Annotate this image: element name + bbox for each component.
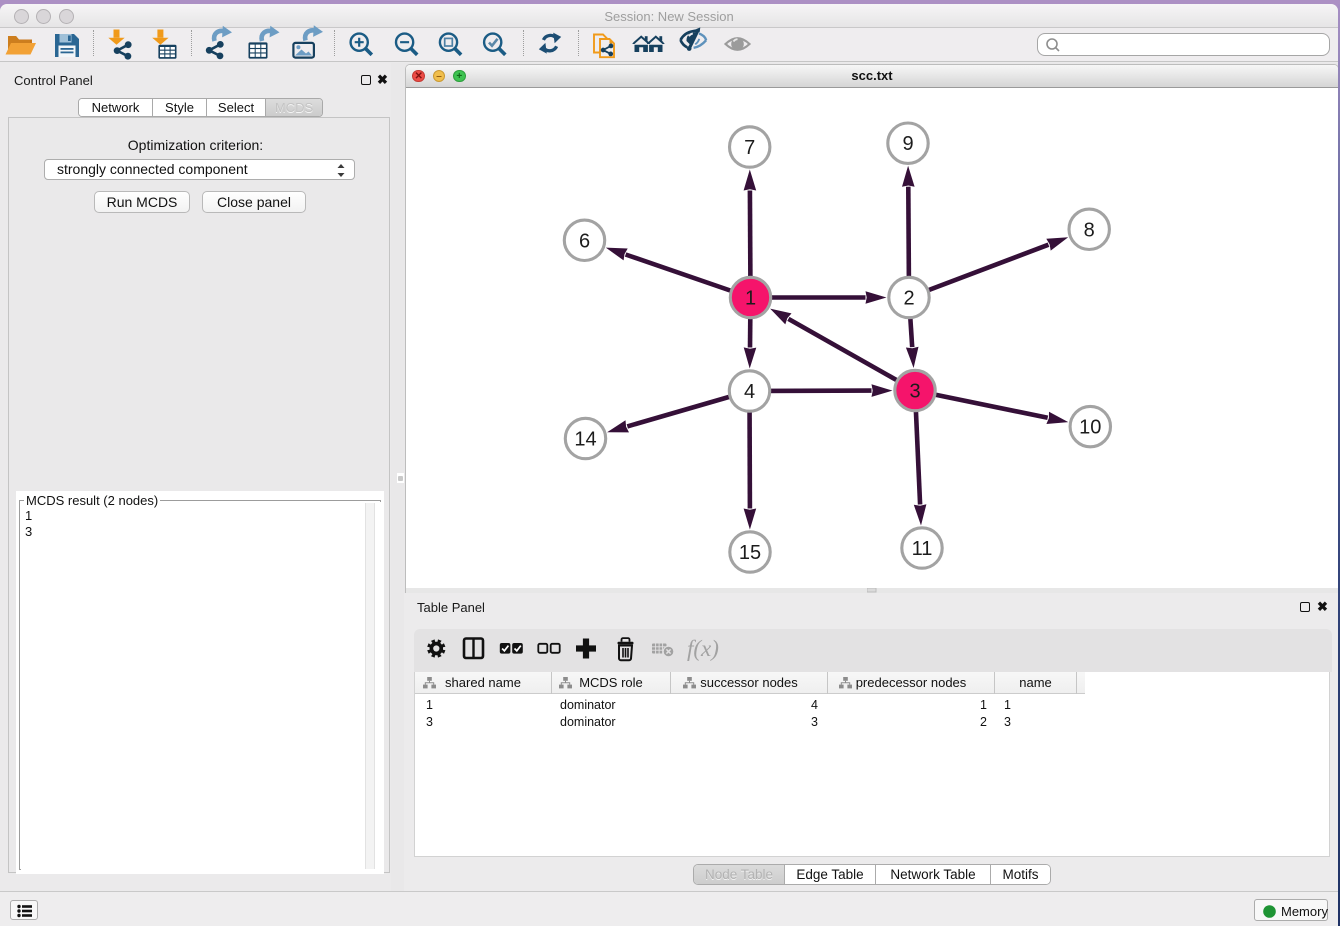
svg-text:6: 6 [579,230,590,252]
svg-text:8: 8 [1084,219,1095,241]
svg-text:f(x): f(x) [687,636,719,661]
svg-text:1: 1 [745,288,756,310]
svg-text:Memory: Memory [1281,904,1328,919]
svg-text:9: 9 [902,133,913,155]
svg-text:2: 2 [903,288,914,310]
svg-text:11: 11 [912,538,933,560]
svg-text:15: 15 [739,542,761,564]
svg-text:14: 14 [574,429,596,451]
svg-text:7: 7 [744,137,755,159]
svg-text:3: 3 [909,381,920,403]
svg-text:10: 10 [1079,417,1101,439]
svg-text:4: 4 [744,381,755,403]
